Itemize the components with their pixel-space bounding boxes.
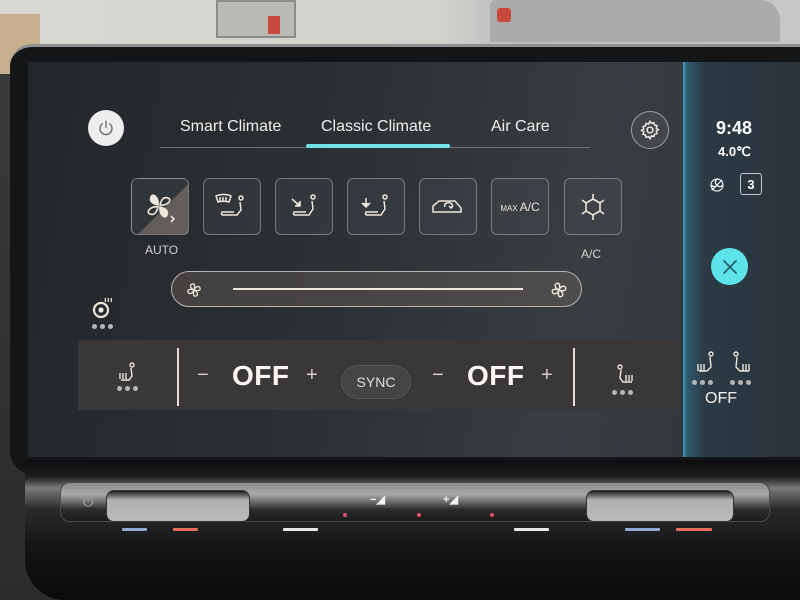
outside-temperature: 4.0℃ xyxy=(718,144,751,159)
physical-fan-increase[interactable]: +◢ xyxy=(443,493,458,506)
driver-seat-heat-level xyxy=(117,386,138,391)
tab-air-care[interactable]: Air Care xyxy=(491,118,550,136)
airflow-upper-body-button[interactable] xyxy=(275,178,333,235)
driver-temp-touch-slider[interactable] xyxy=(106,490,250,522)
passenger-temp-touch-slider[interactable] xyxy=(586,490,734,522)
rear-left-seat-heat-icon[interactable] xyxy=(694,350,718,382)
fan-disabled-icon xyxy=(710,178,724,192)
cool-light-right xyxy=(625,528,660,531)
max-ac-icon: MAX A/C xyxy=(500,199,540,214)
fan-speed-slider[interactable] xyxy=(171,271,582,307)
recirculation-button[interactable] xyxy=(419,178,477,235)
indicator-led xyxy=(343,513,347,517)
driver-seat-heat-icon[interactable] xyxy=(116,362,138,386)
snowflake-icon xyxy=(581,193,605,220)
driver-temp-increase-button[interactable]: + xyxy=(306,364,318,387)
divider xyxy=(177,348,179,406)
background-taillight xyxy=(497,8,511,22)
white-light xyxy=(283,528,318,531)
white-light xyxy=(514,528,549,531)
ac-button[interactable] xyxy=(564,178,622,235)
rear-right-heat-level xyxy=(730,380,751,385)
close-icon xyxy=(722,259,737,274)
driver-temperature: OFF xyxy=(232,360,290,391)
fan-low-icon xyxy=(187,283,201,297)
gear-icon xyxy=(640,119,660,141)
divider xyxy=(573,348,575,406)
passenger-temp-increase-button[interactable]: + xyxy=(541,364,553,387)
rear-seat-status: OFF xyxy=(705,390,737,407)
tab-classic-climate[interactable]: Classic Climate xyxy=(321,118,431,136)
power-icon xyxy=(99,120,113,136)
physical-power-icon[interactable]: ⏻ xyxy=(83,494,93,510)
windshield-defrost-button[interactable] xyxy=(203,178,261,235)
auto-label: AUTO xyxy=(145,243,179,257)
rear-left-heat-level xyxy=(692,380,713,385)
cool-light-left xyxy=(122,528,147,531)
ac-label: A/C xyxy=(581,247,602,261)
warm-light-right xyxy=(676,528,712,531)
physical-fan-decrease[interactable]: −◢ xyxy=(370,493,385,506)
passenger-temperature: OFF xyxy=(467,360,525,391)
rear-right-seat-heat-icon[interactable] xyxy=(730,350,754,382)
max-ac-button[interactable]: MAX A/C xyxy=(491,178,549,235)
windshield-defrost-icon xyxy=(215,193,244,216)
steering-heat-level xyxy=(92,324,113,329)
background-car xyxy=(490,0,780,42)
power-button[interactable] xyxy=(88,110,124,146)
fan-slider-track[interactable] xyxy=(233,288,523,290)
indicator-led xyxy=(490,513,494,517)
airflow-footwell-button[interactable] xyxy=(347,178,405,235)
sync-button[interactable]: SYNC xyxy=(341,365,411,399)
fan-high-icon xyxy=(551,282,567,298)
passenger-seat-heat-level xyxy=(612,390,633,395)
passenger-temp-decrease-button[interactable]: − xyxy=(432,364,444,387)
fan-auto-icon xyxy=(147,193,176,223)
auto-button[interactable] xyxy=(131,178,189,235)
settings-button[interactable] xyxy=(631,111,669,149)
clock: 9:48 xyxy=(716,118,753,138)
climate-tabs: Smart Climate Classic Climate Air Care xyxy=(160,112,590,148)
airflow-footwell-icon xyxy=(361,193,388,216)
close-button[interactable] xyxy=(711,248,748,285)
airflow-upper-body-icon xyxy=(291,193,316,216)
steering-wheel-heat-icon[interactable] xyxy=(92,296,114,318)
passenger-seat-heat-icon[interactable] xyxy=(614,364,636,388)
driver-temp-decrease-button[interactable]: − xyxy=(197,364,209,387)
indicator-led xyxy=(417,513,421,517)
tab-smart-climate[interactable]: Smart Climate xyxy=(180,118,281,136)
warm-light-left xyxy=(173,528,198,531)
active-tab-indicator xyxy=(306,144,450,148)
air-recirculation-icon xyxy=(432,199,462,213)
background-window xyxy=(216,0,296,38)
drive-mode-indicator: 3 xyxy=(740,173,762,195)
